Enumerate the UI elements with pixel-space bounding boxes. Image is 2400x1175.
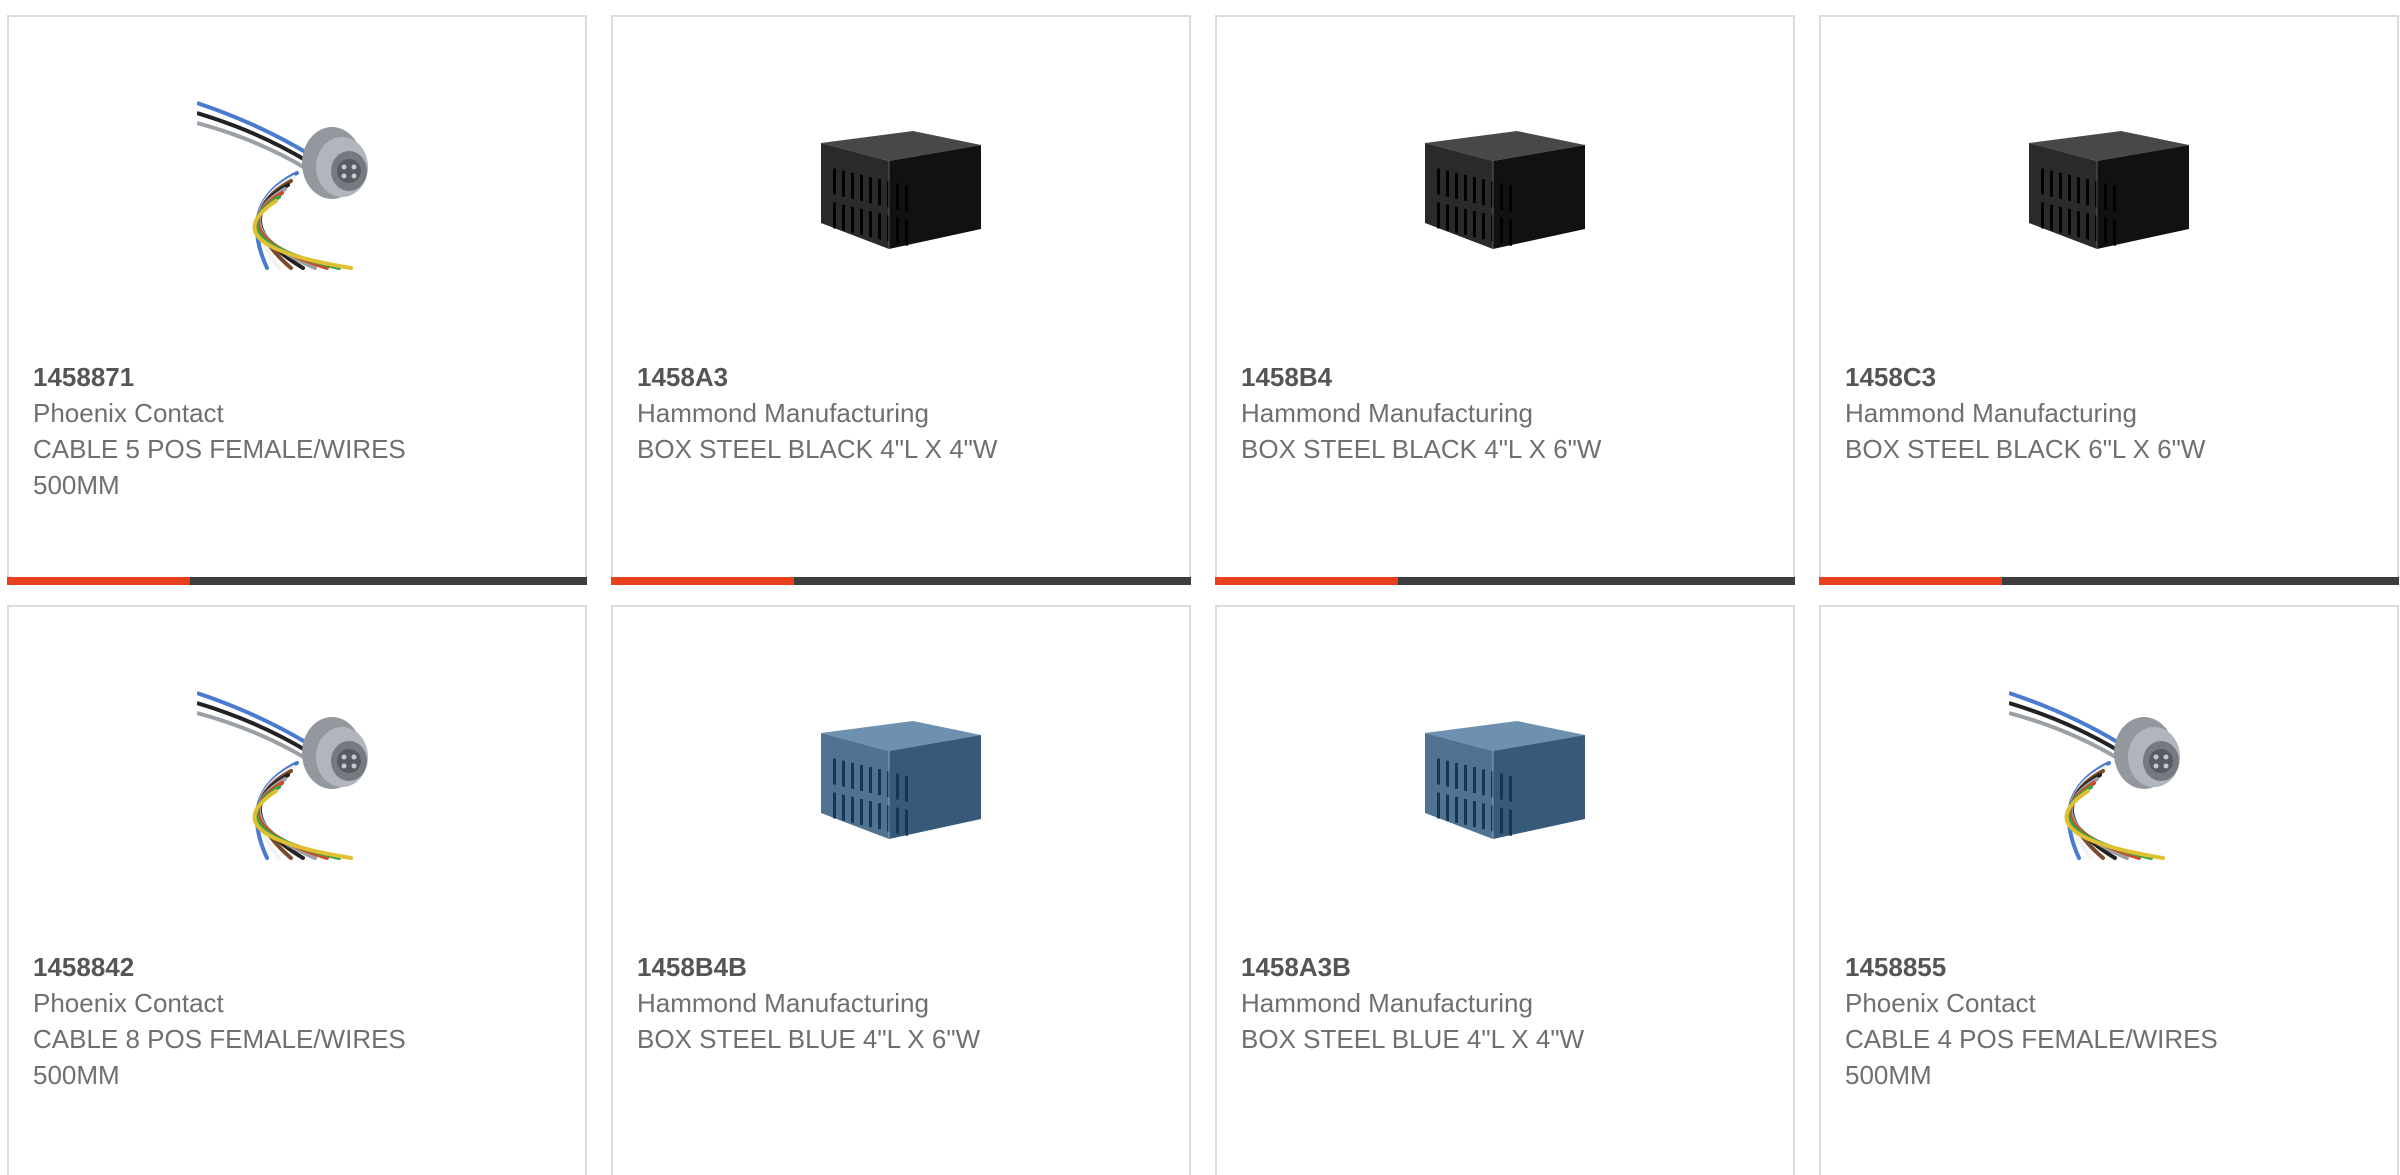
steel-box-icon: [1405, 83, 1605, 283]
card-footer-bar: [611, 577, 1191, 585]
part-number[interactable]: 1458C3: [1845, 359, 2373, 395]
product-card[interactable]: 1458C3 Hammond Manufacturing BOX STEEL B…: [1819, 15, 2399, 585]
description: BOX STEEL BLUE 4"L X 4"W: [1241, 1024, 1585, 1054]
card-accent: [7, 577, 190, 585]
product-info: 1458871 Phoenix Contact CABLE 5 POS FEMA…: [33, 359, 561, 503]
manufacturer: Hammond Manufacturing: [1241, 988, 1533, 1018]
part-number[interactable]: 1458871: [33, 359, 561, 395]
steel-box-icon: [801, 673, 1001, 873]
description: BOX STEEL BLUE 4"L X 6"W: [637, 1024, 981, 1054]
manufacturer: Hammond Manufacturing: [637, 988, 929, 1018]
product-info: 1458B4 Hammond Manufacturing BOX STEEL B…: [1241, 359, 1769, 467]
product-info: 1458B4B Hammond Manufacturing BOX STEEL …: [637, 949, 1165, 1057]
description: CABLE 8 POS FEMALE/WIRES 500MM: [33, 1024, 406, 1090]
card-accent: [611, 577, 794, 585]
product-card[interactable]: 1458A3 Hammond Manufacturing BOX STEEL B…: [611, 15, 1191, 585]
product-card[interactable]: 1458855 Phoenix Contact CABLE 4 POS FEMA…: [1819, 605, 2399, 1175]
manufacturer: Hammond Manufacturing: [637, 398, 929, 428]
cable-connector-icon: [2009, 673, 2209, 873]
card-footer-bar: [1819, 577, 2399, 585]
product-info: 1458855 Phoenix Contact CABLE 4 POS FEMA…: [1845, 949, 2373, 1093]
description: BOX STEEL BLACK 6"L X 6"W: [1845, 434, 2206, 464]
card-footer-bar: [1215, 577, 1795, 585]
part-number[interactable]: 1458842: [33, 949, 561, 985]
manufacturer: Phoenix Contact: [33, 988, 224, 1018]
part-number[interactable]: 1458A3: [637, 359, 1165, 395]
product-card[interactable]: 1458B4 Hammond Manufacturing BOX STEEL B…: [1215, 15, 1795, 585]
card-accent: [1819, 577, 2002, 585]
part-number[interactable]: 1458855: [1845, 949, 2373, 985]
steel-box-icon: [1405, 673, 1605, 873]
manufacturer: Hammond Manufacturing: [1845, 398, 2137, 428]
part-number[interactable]: 1458A3B: [1241, 949, 1769, 985]
product-card[interactable]: 1458A3B Hammond Manufacturing BOX STEEL …: [1215, 605, 1795, 1175]
product-info: 1458842 Phoenix Contact CABLE 8 POS FEMA…: [33, 949, 561, 1093]
manufacturer: Phoenix Contact: [1845, 988, 2036, 1018]
cable-connector-icon: [197, 83, 397, 283]
cable-connector-icon: [197, 673, 397, 873]
part-number[interactable]: 1458B4: [1241, 359, 1769, 395]
description: BOX STEEL BLACK 4"L X 4"W: [637, 434, 998, 464]
manufacturer: Phoenix Contact: [33, 398, 224, 428]
steel-box-icon: [801, 83, 1001, 283]
product-info: 1458C3 Hammond Manufacturing BOX STEEL B…: [1845, 359, 2373, 467]
product-card[interactable]: 1458842 Phoenix Contact CABLE 8 POS FEMA…: [7, 605, 587, 1175]
product-info: 1458A3 Hammond Manufacturing BOX STEEL B…: [637, 359, 1165, 467]
product-grid: 1458871 Phoenix Contact CABLE 5 POS FEMA…: [7, 15, 2400, 1175]
product-info: 1458A3B Hammond Manufacturing BOX STEEL …: [1241, 949, 1769, 1057]
description: CABLE 4 POS FEMALE/WIRES 500MM: [1845, 1024, 2218, 1090]
product-card[interactable]: 1458871 Phoenix Contact CABLE 5 POS FEMA…: [7, 15, 587, 585]
description: BOX STEEL BLACK 4"L X 6"W: [1241, 434, 1602, 464]
manufacturer: Hammond Manufacturing: [1241, 398, 1533, 428]
steel-box-icon: [2009, 83, 2209, 283]
part-number[interactable]: 1458B4B: [637, 949, 1165, 985]
card-footer-bar: [7, 577, 587, 585]
description: CABLE 5 POS FEMALE/WIRES 500MM: [33, 434, 406, 500]
product-card[interactable]: 1458B4B Hammond Manufacturing BOX STEEL …: [611, 605, 1191, 1175]
card-accent: [1215, 577, 1398, 585]
